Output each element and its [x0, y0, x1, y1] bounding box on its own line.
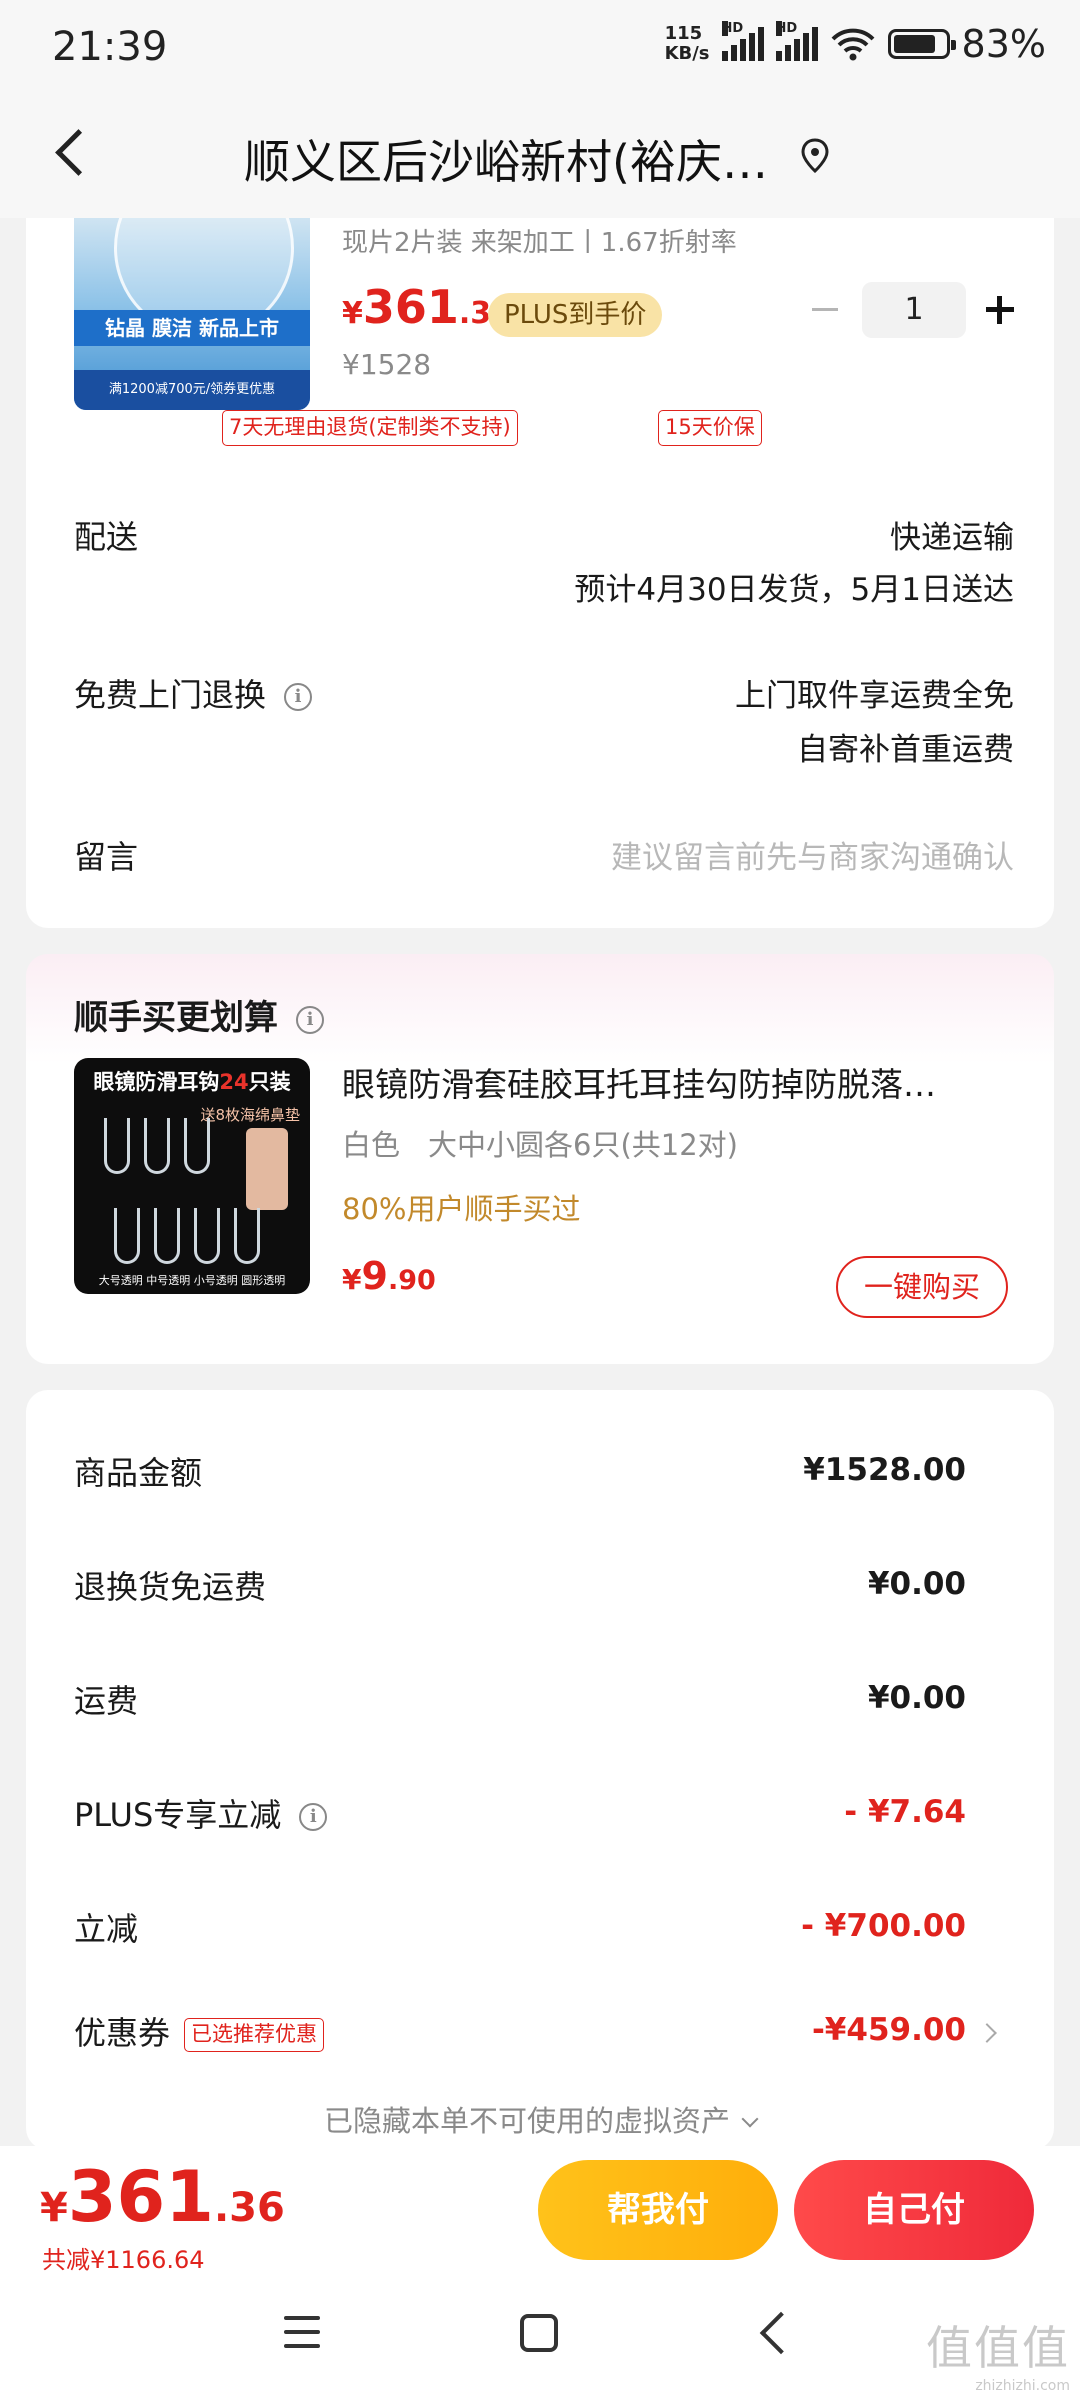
decrease-button[interactable]	[796, 282, 852, 338]
summary-value-goods: ¥1528.00	[803, 1452, 966, 1488]
message-label: 留言	[74, 838, 139, 876]
summary-label-plus-discount: PLUS专享立减 i	[74, 1790, 328, 1836]
back-icon[interactable]	[40, 118, 110, 188]
one-click-buy-button[interactable]: 一键购买	[836, 1256, 1008, 1318]
price-summary-card: 商品金额 ¥1528.00 退换货免运费 ¥0.00 运费 ¥0.00 PLUS…	[26, 1390, 1054, 2150]
return-service-row[interactable]: 免费上门退换 i	[74, 670, 313, 716]
summary-value-instant-discount: - ¥700.00	[801, 1908, 966, 1944]
addon-price: ¥9.90	[342, 1254, 436, 1298]
product-spec: 现片2片装 来架加工丨1.67折射率	[342, 228, 737, 258]
total-price: ¥361.36	[40, 2156, 285, 2238]
summary-label-goods: 商品金额	[74, 1454, 203, 1492]
nav-back-icon[interactable]	[759, 2311, 803, 2355]
summary-value-shipping: ¥0.00	[867, 1680, 966, 1716]
return-policy-tag: 7天无理由退货(定制类不支持)	[222, 410, 518, 446]
hidden-assets-toggle[interactable]: 已隐藏本单不可使用的虚拟资产	[26, 2098, 1054, 2140]
info-icon[interactable]: i	[284, 683, 313, 711]
coupon-row[interactable]: 优惠券 已选推荐优惠	[74, 2008, 325, 2054]
increase-button[interactable]	[972, 282, 1028, 338]
address-title[interactable]: 顺义区后沙峪新村(裕庆…	[244, 126, 768, 192]
original-price: ¥1528	[342, 348, 432, 381]
message-input[interactable]: 建议留言前先与商家沟通确认	[611, 832, 1014, 877]
shipping-method: 快递运输	[890, 520, 1014, 556]
info-icon[interactable]: i	[296, 1005, 324, 1034]
addon-product-name[interactable]: 眼镜防滑套硅胶耳托耳挂勾防掉防脱落…	[342, 1058, 936, 1106]
chevron-down-icon	[741, 2110, 759, 2128]
summary-label-return-shipping: 退换货免运费	[74, 1568, 267, 1606]
addon-product-spec: 白色 大中小圆各6只(共12对)	[342, 1128, 738, 1162]
menu-icon[interactable]	[284, 2316, 324, 2356]
summary-value-plus-discount: - ¥7.64	[844, 1794, 966, 1830]
battery-percent: 83%	[961, 22, 1046, 66]
net-speed: 115 KB/s	[664, 23, 710, 64]
checkout-bar: ¥361.36 共减¥1166.64 帮我付 自己付	[0, 2146, 1080, 2280]
return-service-line2: 自寄补首重运费	[797, 732, 1014, 768]
signal-icon: HD	[721, 21, 764, 61]
addon-product-image[interactable]: 眼镜防滑耳钩24只装 送8枚海绵鼻垫 大号透明 中号透明 小号透明 圆形透明	[74, 1058, 310, 1294]
summary-label-instant-discount: 立减	[74, 1910, 139, 1948]
price-protect-tag: 15天价保	[658, 410, 762, 446]
status-bar: 21:39 115 KB/s HD HD 83%	[0, 0, 1080, 92]
status-icons: 115 KB/s HD HD 83%	[664, 21, 1046, 66]
pay-myself-button[interactable]: 自己付	[794, 2160, 1034, 2260]
addon-title: 顺手买更划算 i	[74, 990, 324, 1039]
return-service-line1: 上门取件享运费全免	[735, 678, 1014, 714]
coupon-recommend-tag: 已选推荐优惠	[184, 2018, 325, 2052]
shipping-label: 配送	[74, 518, 139, 556]
total-saved: 共减¥1166.64	[42, 2246, 205, 2274]
addon-card: 顺手买更划算 i 眼镜防滑耳钩24只装 送8枚海绵鼻垫 大号透明 中号透明 小号透…	[26, 954, 1054, 1364]
home-icon[interactable]	[520, 2314, 558, 2352]
watermark: 值值值 zhizhizhi.com	[926, 2321, 1070, 2394]
summary-value-return-shipping: ¥0.00	[867, 1566, 966, 1602]
info-icon[interactable]: i	[299, 1803, 328, 1831]
signal-icon-2: HD	[775, 21, 818, 61]
battery-icon	[887, 29, 956, 59]
coupon-value[interactable]: -¥459.00	[812, 2012, 966, 2048]
location-icon[interactable]	[800, 138, 830, 174]
product-price: ¥361.36	[342, 280, 513, 334]
system-nav-bar: 值值值 zhizhizhi.com	[0, 2280, 1080, 2400]
plus-price-badge: PLUS到手价	[488, 293, 663, 337]
order-item-card: 钻晶 膜洁 新品上市 满1200减700元/领券更优惠 现片2片装 来架加工丨1…	[26, 218, 1054, 928]
summary-label-shipping: 运费	[74, 1682, 139, 1720]
wifi-icon	[831, 28, 874, 61]
status-time: 21:39	[52, 24, 168, 70]
shipping-estimate: 预计4月30日发货，5月1日送达	[574, 572, 1014, 608]
product-image[interactable]: 钻晶 膜洁 新品上市 满1200减700元/领券更优惠	[74, 218, 310, 410]
addon-buyers-stat: 80%用户顺手买过	[342, 1192, 581, 1226]
quantity-value[interactable]: 1	[862, 282, 966, 338]
chevron-right-icon[interactable]	[977, 2023, 997, 2043]
help-me-pay-button[interactable]: 帮我付	[538, 2160, 778, 2260]
page-header: 顺义区后沙峪新村(裕庆…	[0, 92, 1080, 218]
quantity-stepper: 1	[796, 282, 1028, 338]
